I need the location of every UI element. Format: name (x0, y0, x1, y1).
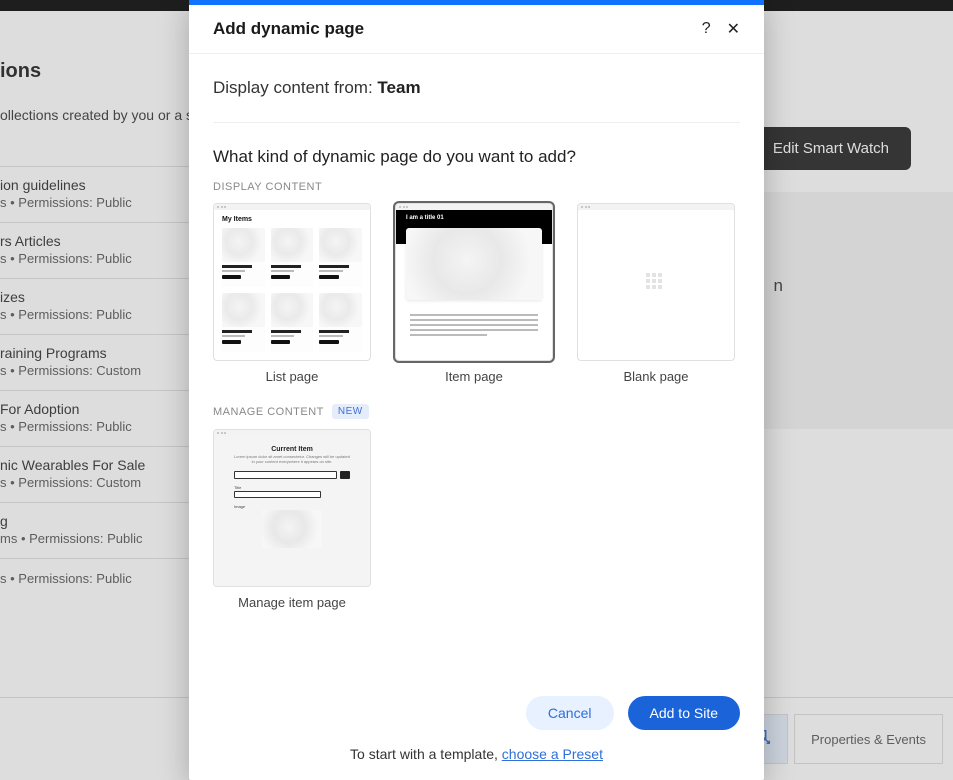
section-manage-label: MANAGE CONTENT (213, 406, 324, 418)
modal-title: Add dynamic page (213, 19, 364, 39)
list-page-thumbnail[interactable]: My Items (213, 203, 371, 361)
thumb-item-title: I am a title 01 (406, 215, 444, 221)
thumb-field-label-image: Image (234, 504, 350, 509)
card-label: Blank page (577, 369, 735, 384)
close-icon[interactable]: ✕ (727, 19, 740, 39)
section-manage-content: MANAGE CONTENT NEW (213, 404, 740, 419)
dynamic-page-question: What kind of dynamic page do you want to… (213, 147, 740, 167)
thumb-list-title: My Items (222, 216, 252, 223)
hint-prefix: To start with a template, (350, 746, 502, 762)
modal-footer: Cancel Add to Site (189, 680, 764, 746)
choose-preset-link[interactable]: choose a Preset (502, 746, 603, 762)
card-label: Manage item page (213, 595, 371, 610)
display-from-value: Team (377, 78, 420, 97)
cancel-button[interactable]: Cancel (526, 696, 614, 730)
add-to-site-button[interactable]: Add to Site (628, 696, 741, 730)
thumb-field-label-title: Title (234, 485, 350, 490)
modal-hint: To start with a template, choose a Prese… (189, 746, 764, 780)
card-item-page[interactable]: I am a title 01 Item page (395, 203, 553, 384)
divider (213, 122, 740, 123)
card-manage-item-page[interactable]: Current Item Lorem ipsum dolor sit amet … (213, 429, 371, 610)
new-badge: NEW (332, 404, 369, 419)
card-label: Item page (395, 369, 553, 384)
thumb-manage-title: Current Item (234, 446, 350, 453)
help-icon[interactable]: ? (702, 20, 711, 38)
item-page-thumbnail[interactable]: I am a title 01 (395, 203, 553, 361)
card-blank-page[interactable]: Blank page (577, 203, 735, 384)
display-content-from: Display content from: Team (213, 78, 740, 98)
card-label: List page (213, 369, 371, 384)
add-dynamic-page-modal: Add dynamic page ? ✕ Display content fro… (189, 0, 764, 780)
card-list-page[interactable]: My Items List page (213, 203, 371, 384)
manage-item-page-thumbnail[interactable]: Current Item Lorem ipsum dolor sit amet … (213, 429, 371, 587)
section-display-content: DISPLAY CONTENT (213, 181, 740, 193)
display-from-label: Display content from: (213, 78, 377, 97)
blank-page-thumbnail[interactable] (577, 203, 735, 361)
modal-header: Add dynamic page ? ✕ (189, 5, 764, 54)
